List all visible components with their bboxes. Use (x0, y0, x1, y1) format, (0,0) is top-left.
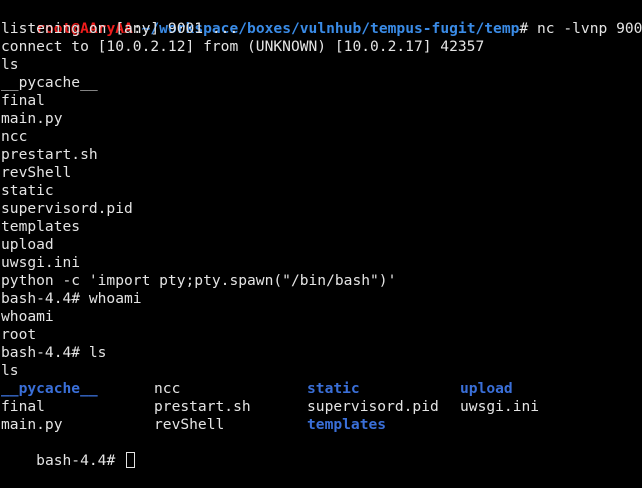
ls-entry: supervisord.pid (307, 398, 439, 415)
ls-entry: static (307, 380, 360, 397)
output-line: prestart.sh (1, 146, 98, 163)
output-line: ncc (1, 128, 28, 145)
ls-row: main.py revShell templates (1, 416, 642, 434)
output-line: main.py (1, 110, 63, 127)
ls-entry (460, 416, 613, 434)
ls-entry: final (1, 398, 45, 415)
ls-entry: __pycache__ (1, 380, 98, 397)
prompt-command: nc -lvnp 9001 (528, 20, 642, 37)
output-line: static (1, 182, 54, 199)
ls-entry: templates (307, 416, 387, 433)
output-line: whoami (1, 308, 54, 325)
output-line: python -c 'import pty;pty.spawn("/bin/ba… (1, 272, 397, 289)
terminal-window[interactable]: root@AAryAA:~/workspace/boxes/vulnhub/te… (0, 0, 642, 475)
output-line: bash-4.4# ls (1, 344, 107, 361)
output-line: supervisord.pid (1, 200, 133, 217)
ls-entry: prestart.sh (154, 398, 251, 415)
ls-entry: upload (460, 380, 513, 397)
output-line: final (1, 92, 45, 109)
output-line: ls (1, 56, 19, 73)
ls-entry: main.py (1, 416, 63, 433)
output-line: connect to [10.0.2.12] from (UNKNOWN) [1… (1, 38, 485, 55)
output-line: uwsgi.ini (1, 254, 81, 271)
output-line: templates (1, 218, 81, 235)
ls-entry: revShell (154, 416, 225, 433)
final-prompt: bash-4.4# (36, 452, 125, 469)
ls-entry: uwsgi.ini (460, 398, 540, 415)
text-cursor (126, 452, 136, 468)
final-prompt-line[interactable]: bash-4.4# (1, 434, 642, 469)
prompt-symbol: # (519, 20, 529, 37)
ls-row: __pycache__ ncc static upload (1, 380, 642, 398)
output-line: __pycache__ (1, 74, 98, 91)
output-line: upload (1, 236, 54, 253)
output-line: ls (1, 362, 19, 379)
ls-row: final prestart.sh supervisord.pid uwsgi.… (1, 398, 642, 416)
output-line: revShell (1, 164, 72, 181)
ls-entry: ncc (154, 380, 181, 397)
output-line: bash-4.4# whoami (1, 290, 142, 307)
prompt-line: root@AAryAA:~/workspace/boxes/vulnhub/te… (1, 2, 642, 37)
output-line: root (1, 326, 37, 343)
